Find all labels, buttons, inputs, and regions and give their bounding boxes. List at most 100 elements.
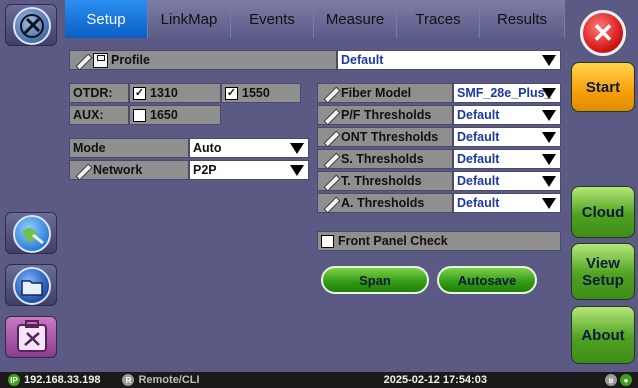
battery-icon: ● <box>620 374 632 386</box>
tab-events[interactable]: Events <box>231 0 314 38</box>
profile-label: Profile <box>111 53 150 67</box>
aux-1650-checkbox[interactable]: 1650 <box>129 105 221 125</box>
network-label: Network <box>93 163 143 177</box>
chevron-down-icon <box>542 110 556 121</box>
tools-button[interactable] <box>5 316 57 358</box>
files-button[interactable] <box>5 264 57 306</box>
aux-label: AUX: <box>69 105 129 125</box>
datetime: 2025-02-12 17:54:03 <box>383 374 487 386</box>
status-bar: IP 192.168.33.198 R Remote/CLI 2025-02-1… <box>0 372 638 388</box>
remote-badge-icon: R <box>122 374 135 386</box>
start-button[interactable]: Start <box>571 62 635 112</box>
pf-thresholds-label-cell[interactable]: P/F Thresholds <box>317 105 453 125</box>
chevron-down-icon <box>542 198 556 209</box>
fiber-model-label-cell[interactable]: Fiber Model <box>317 83 453 103</box>
fiber-model-dropdown[interactable]: SMF_28e_Plus_ <box>453 83 561 103</box>
ip-badge-icon: IP <box>8 374 20 386</box>
tab-setup[interactable]: Setup <box>65 0 148 38</box>
pf-thresholds-dropdown[interactable]: Default <box>453 105 561 125</box>
mode-dropdown[interactable]: Auto <box>189 138 309 158</box>
toolbox-icon <box>17 320 47 352</box>
checkbox-checked-icon: ✓ <box>225 86 238 100</box>
tab-bar: Setup LinkMap Events Measure Traces Resu… <box>65 0 565 38</box>
front-panel-check-checkbox[interactable]: Front Panel Check <box>317 231 561 251</box>
autosave-button[interactable]: Autosave <box>437 266 537 294</box>
globe-icon <box>13 215 51 253</box>
chevron-down-icon <box>542 55 556 66</box>
fiber-model-label: Fiber Model <box>341 86 412 100</box>
chevron-down-icon <box>542 88 556 99</box>
span-button[interactable]: Span <box>321 266 429 294</box>
edit-pencil-icon <box>321 195 338 212</box>
t-thresholds-label: T. Thresholds <box>341 174 422 188</box>
close-button[interactable]: ✕ <box>580 10 626 56</box>
edit-pencil-icon <box>321 151 338 168</box>
network-label-cell[interactable]: Network <box>69 160 189 180</box>
view-setup-line2: Setup <box>582 271 624 289</box>
s-thresholds-value: Default <box>457 152 500 166</box>
close-icon: ✕ <box>592 17 614 48</box>
pf-thresholds-label: P/F Thresholds <box>341 108 432 122</box>
s-thresholds-label: S. Thresholds <box>341 152 424 166</box>
t-thresholds-value: Default <box>457 174 500 188</box>
a-thresholds-dropdown[interactable]: Default <box>453 193 561 213</box>
otdr-1550-label: 1550 <box>242 86 270 100</box>
right-rail: ✕ Start Cloud View Setup About <box>568 0 638 372</box>
status-icons: ʙ ● <box>605 374 632 386</box>
bluetooth-icon: ʙ <box>605 374 617 386</box>
a-thresholds-value: Default <box>457 196 500 210</box>
t-thresholds-label-cell[interactable]: T. Thresholds <box>317 171 453 191</box>
s-thresholds-label-cell[interactable]: S. Thresholds <box>317 149 453 169</box>
profile-value: Default <box>341 53 384 67</box>
ont-thresholds-dropdown[interactable]: Default <box>453 127 561 147</box>
tab-linkmap[interactable]: LinkMap <box>148 0 231 38</box>
profile-label-cell[interactable]: Profile <box>69 50 337 70</box>
fiber-model-value: SMF_28e_Plus_ <box>457 86 552 100</box>
save-disk-icon <box>93 52 108 68</box>
edit-pencil-icon <box>321 129 338 146</box>
checkbox-checked-icon: ✓ <box>133 86 146 100</box>
t-thresholds-dropdown[interactable]: Default <box>453 171 561 191</box>
s-thresholds-dropdown[interactable]: Default <box>453 149 561 169</box>
folder-icon <box>13 267 51 305</box>
ont-thresholds-label-cell[interactable]: ONT Thresholds <box>317 127 453 147</box>
chevron-down-icon <box>290 165 304 176</box>
otdr-1310-label: 1310 <box>150 86 178 100</box>
edit-pencil-icon <box>321 85 338 102</box>
ont-thresholds-value: Default <box>457 130 500 144</box>
otdr-label: OTDR: <box>69 83 129 103</box>
chevron-down-icon <box>290 143 304 154</box>
aux-1650-label: 1650 <box>150 108 178 122</box>
checkbox-unchecked-icon <box>133 108 146 122</box>
cloud-button[interactable]: Cloud <box>571 186 635 238</box>
mode-label: Mode <box>69 138 189 158</box>
a-thresholds-label: A. Thresholds <box>341 196 425 210</box>
edit-pencil-icon <box>73 52 90 69</box>
home-icon <box>13 7 51 45</box>
network-dropdown[interactable]: P2P <box>189 160 309 180</box>
tab-measure[interactable]: Measure <box>314 0 397 38</box>
left-rail <box>0 0 62 372</box>
view-setup-button[interactable]: View Setup <box>571 243 635 300</box>
mode-value: Auto <box>193 141 222 155</box>
pf-thresholds-value: Default <box>457 108 500 122</box>
tab-results[interactable]: Results <box>480 0 565 38</box>
home-button[interactable] <box>5 4 57 46</box>
view-setup-line1: View <box>586 254 620 272</box>
tab-traces[interactable]: Traces <box>397 0 480 38</box>
edit-pencil-icon <box>73 162 90 179</box>
front-panel-check-label: Front Panel Check <box>338 234 448 248</box>
otdr-1310-checkbox[interactable]: ✓ 1310 <box>129 83 221 103</box>
chevron-down-icon <box>542 176 556 187</box>
edit-pencil-icon <box>321 173 338 190</box>
otdr-1550-checkbox[interactable]: ✓ 1550 <box>221 83 301 103</box>
setup-panel: Profile Default OTDR: ✓ 1310 ✓ 1550 AUX:… <box>65 38 565 372</box>
chevron-down-icon <box>542 154 556 165</box>
about-button[interactable]: About <box>571 306 635 364</box>
map-button[interactable] <box>5 212 57 254</box>
remote-cli-status: Remote/CLI <box>138 374 200 386</box>
profile-dropdown[interactable]: Default <box>337 50 561 70</box>
edit-pencil-icon <box>321 107 338 124</box>
ip-address: 192.168.33.198 <box>24 374 101 386</box>
a-thresholds-label-cell[interactable]: A. Thresholds <box>317 193 453 213</box>
